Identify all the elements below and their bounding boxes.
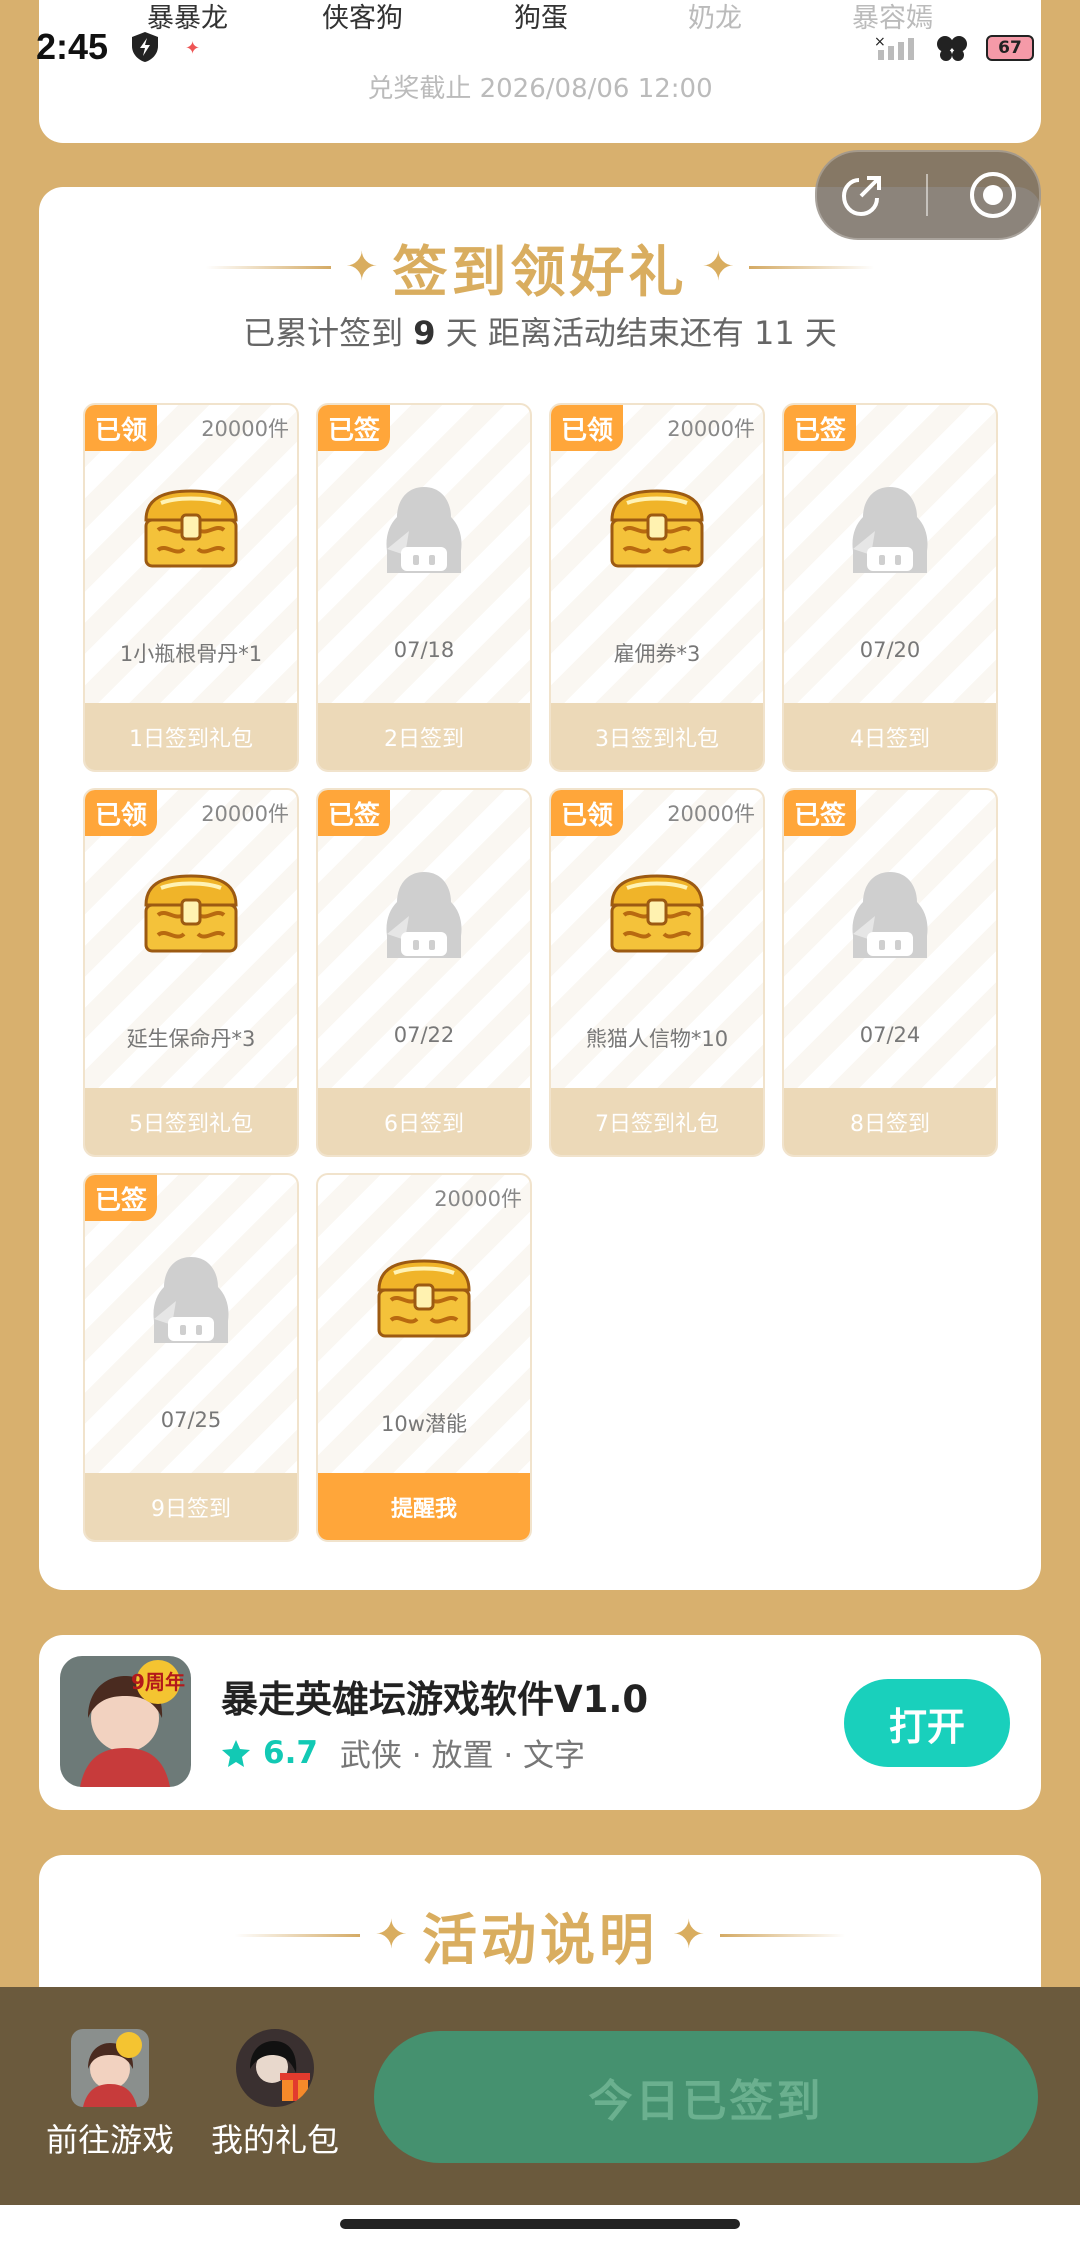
svg-text:×: × [874,34,886,50]
reward-label: 07/25 [160,1408,222,1432]
sparkle-icon: ✦ [344,244,379,290]
treasure-chest-icon [136,860,246,970]
day-footer: 3日签到礼包 [551,703,763,770]
status-badge: 已签 [85,1175,157,1221]
reward-label: 07/20 [859,638,921,662]
day-footer: 8日签到 [784,1088,996,1155]
app-name: 暴走英雄坛游戏软件V1.0 [221,1678,649,1721]
day-footer: 9日签到 [85,1473,297,1540]
open-app-button[interactable]: 打开 [844,1679,1010,1767]
gift-avatar-icon [236,2029,314,2107]
share-icon[interactable] [837,170,887,220]
stock-count: 20000件 [434,1187,522,1211]
signin-cell[interactable]: 已签 07/20 4日签到 [782,403,998,772]
treasure-chest-icon [602,860,712,970]
placeholder-avatar-icon [136,1245,246,1355]
treasure-chest-icon [602,475,712,585]
mini-program-capsule [815,150,1041,240]
bottom-action-bar: 前往游戏 我的礼包 今日已签到 [0,1987,1080,2205]
star-icon [222,1739,250,1767]
gesture-bar-area [0,2205,1080,2248]
status-badge: 已领 [85,405,157,451]
status-icons: × 67 [872,32,1034,64]
deadline-text: 兑奖截止 2026/08/06 12:00 [367,74,713,104]
signin-cell[interactable]: 已签 07/18 2日签到 [316,403,532,772]
sparkle-icon: ✦ [374,1912,408,1958]
signin-cell[interactable]: 已签 07/24 8日签到 [782,788,998,1157]
status-badge: 已领 [85,790,157,836]
signin-summary: 已累计签到 9 天 距离活动结束还有 11 天 [243,314,837,352]
status-time: 2:45 [36,26,109,67]
day-footer: 7日签到礼包 [551,1088,763,1155]
game-icon [71,2029,149,2107]
day-footer: 1日签到礼包 [85,703,297,770]
stock-count: 20000件 [667,417,755,441]
home-indicator[interactable] [340,2219,740,2229]
day-footer: 5日签到礼包 [85,1088,297,1155]
app-icon: 9周年 [60,1656,191,1787]
status-badge: 已领 [551,405,623,451]
signin-cell[interactable]: 已领 20000件 1小瓶根骨丹*1 1日签到礼包 [83,403,299,772]
svg-text:9周年: 9周年 [131,1670,185,1694]
reward-label: 延生保命丹*3 [126,1027,256,1051]
status-badge: 已领 [551,790,623,836]
app-meta: 6.7 武侠 · 放置 · 文字 [221,1730,585,1775]
tab-3[interactable]: 奶龙 [688,0,742,35]
tab-4[interactable]: 暴容嫣 [852,0,933,35]
sparkle-icon: ✦ [672,1912,706,1958]
placeholder-avatar-icon [835,475,945,585]
signin-cell[interactable]: 已签 07/25 9日签到 [83,1173,299,1542]
reward-label: 07/18 [393,638,455,662]
signin-cell[interactable]: 已领 20000件 熊猫人信物*10 7日签到礼包 [549,788,765,1157]
notification-dot-icon: ✦ [185,38,201,59]
top-tab-strip: 暴暴龙 侠客狗 狗蛋 奶龙 暴容嫣 [0,0,1080,34]
reward-label: 07/22 [393,1023,455,1047]
signin-cell[interactable]: 已签 07/22 6日签到 [316,788,532,1157]
signin-cell[interactable]: 20000件 10w潜能提醒我 [316,1173,532,1542]
reward-label: 熊猫人信物*10 [585,1027,729,1051]
reward-label: 1小瓶根骨丹*1 [119,642,263,666]
close-target-icon[interactable] [967,169,1019,221]
reward-label: 07/24 [859,1023,921,1047]
treasure-chest-icon [369,1245,479,1355]
day-footer: 2日签到 [318,703,530,770]
battery-indicator: 67 [986,35,1034,61]
app-rating: 6.7 [263,1734,318,1771]
app-tags: 武侠 · 放置 · 文字 [339,1738,586,1774]
stock-count: 20000件 [201,417,289,441]
treasure-chest-icon [136,475,246,585]
shield-icon [132,32,158,62]
my-gift-button[interactable]: 我的礼包 [205,2029,345,2161]
stock-count: 20000件 [667,802,755,826]
status-badge: 已签 [318,790,390,836]
status-badge: 已签 [784,790,856,836]
go-game-button[interactable]: 前往游戏 [40,2029,180,2161]
day-footer: 4日签到 [784,703,996,770]
status-badge: 已签 [318,405,390,451]
placeholder-avatar-icon [369,475,479,585]
butterfly-icon [937,36,967,61]
tab-2[interactable]: 狗蛋 [514,0,568,35]
placeholder-avatar-icon [835,860,945,970]
day-footer: 6日签到 [318,1088,530,1155]
rules-title: ✦ 活动说明 ✦ [39,1895,1041,1975]
signed-today-button[interactable]: 今日已签到 [374,2031,1038,2163]
placeholder-avatar-icon [369,860,479,970]
signin-cell[interactable]: 已领 20000件 雇佣券*3 3日签到礼包 [549,403,765,772]
app-card[interactable]: 9周年 暴走英雄坛游戏软件V1.0 6.7 武侠 · 放置 · 文字 打开 [39,1635,1041,1810]
reward-label: 雇佣券*3 [613,642,701,666]
tab-1[interactable]: 侠客狗 [322,0,403,35]
signal-icon: × [874,34,914,60]
signin-cell[interactable]: 已领 20000件 延生保命丹*3 5日签到礼包 [83,788,299,1157]
stock-count: 20000件 [201,802,289,826]
reward-label: 10w潜能 [381,1412,467,1436]
remind-me-button[interactable]: 提醒我 [318,1473,530,1540]
sparkle-icon: ✦ [701,244,736,290]
status-badge: 已签 [784,405,856,451]
signin-card: ✦ 签到领好礼 ✦ 已累计签到 9 天 距离活动结束还有 11 天 已领 2000… [39,187,1041,1590]
